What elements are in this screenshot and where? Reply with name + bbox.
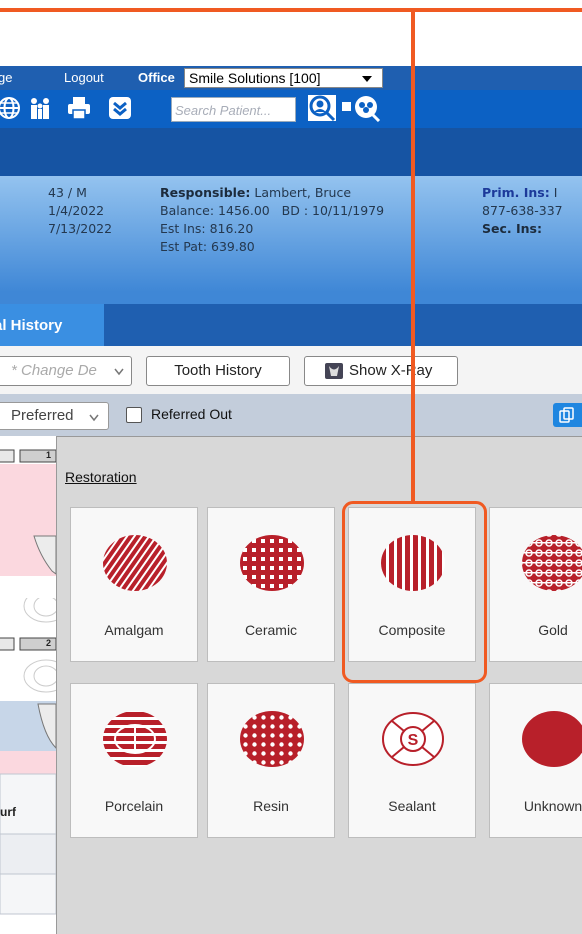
prim-ins-label: Prim. Ins: — [482, 185, 550, 200]
screenshot-stage: ge Logout Office Smile Solutions [100] S… — [0, 0, 582, 934]
porcelain-icon — [103, 711, 167, 767]
prim-ins-value: I — [553, 185, 558, 200]
tooth-number-2: 2 — [46, 638, 52, 648]
chart-clipped-label: urf — [0, 805, 16, 819]
material-tile-sealant[interactable]: S Sealant — [348, 683, 476, 838]
restoration-title: Restoration — [65, 469, 137, 485]
responsible-row: Responsible: Lambert, Bruce — [160, 184, 384, 202]
globe-icon[interactable] — [0, 95, 22, 121]
filter-row: Preferred Referred Out — [0, 394, 582, 436]
material-tile-unknown[interactable]: Unknown — [489, 683, 582, 838]
responsible-label: Responsible: — [160, 185, 251, 200]
responsible-value: Lambert, Bruce — [254, 185, 352, 200]
preferred-value: Preferred — [11, 407, 74, 424]
expand-icon[interactable] — [107, 95, 133, 121]
chevron-down-icon — [89, 414, 99, 422]
material-label: Sealant — [388, 798, 436, 814]
material-tile-resin[interactable]: Resin — [207, 683, 335, 838]
chevron-down-icon — [362, 76, 372, 82]
tooth-chart-strip: 1 2 urf — [0, 436, 56, 934]
change-dropdown[interactable]: * Change De — [0, 356, 132, 386]
tooth-history-button[interactable]: Tooth History — [146, 356, 290, 386]
amalgam-icon — [103, 535, 167, 591]
header-band — [0, 128, 582, 176]
tooth-history-label: Tooth History — [174, 362, 262, 379]
chevron-down-icon — [114, 368, 124, 376]
material-label: Ceramic — [244, 622, 298, 638]
callout-vertical-line — [411, 8, 415, 504]
tab-medical-history[interactable]: al History — [0, 304, 104, 346]
prim-ins-row: Prim. Ins: I — [482, 184, 563, 202]
est-ins: Est Ins: 816.20 — [160, 221, 254, 236]
tab-strip: al History — [0, 304, 582, 346]
material-label: Unknown — [523, 798, 582, 814]
xray-icon — [325, 363, 343, 379]
print-icon[interactable] — [66, 95, 92, 121]
logout-link[interactable]: Logout — [64, 70, 104, 85]
search-patient-input[interactable] — [175, 99, 293, 121]
balance-row: Balance: 1456.00 BD : 10/11/1979 — [160, 202, 384, 220]
tab-label: al History — [0, 317, 63, 334]
sealant-icon: S — [382, 712, 444, 766]
show-xray-label: Show X-Ray — [349, 362, 433, 379]
referred-out-label: Referred Out — [151, 406, 232, 422]
search-box — [171, 97, 296, 122]
nav-clipped-link[interactable]: ge — [0, 70, 12, 85]
svg-text:S: S — [408, 732, 419, 749]
patient-search-icon[interactable] — [307, 94, 337, 122]
material-label: Resin — [253, 798, 289, 814]
material-tile-porcelain[interactable]: Porcelain — [70, 683, 198, 838]
last-visit-date: 7/13/2022 — [48, 221, 113, 236]
material-label: Gold — [538, 622, 568, 638]
material-label: Amalgam — [104, 622, 164, 638]
sec-ins-label: Sec. Ins: — [482, 221, 542, 236]
tooth-chart-graphic — [0, 436, 56, 934]
highlight-callout-box — [342, 501, 487, 683]
restoration-panel: Restoration Amalgam Ceramic Composite Go… — [56, 436, 582, 934]
tooth-number-1: 1 — [46, 450, 52, 460]
copy-icon — [559, 407, 574, 423]
patient-col-1: 43 / M 1/4/2022 7/13/2022 — [48, 184, 112, 238]
callout-horizontal-line — [0, 8, 582, 12]
action-button-row: * Change De Tooth History Show X-Ray — [0, 346, 582, 394]
first-visit-date: 1/4/2022 — [48, 203, 105, 218]
resin-icon — [240, 711, 304, 767]
gold-icon — [522, 535, 582, 591]
family-icon[interactable] — [27, 95, 53, 121]
show-xray-button[interactable]: Show X-Ray — [304, 356, 458, 386]
toolbar — [0, 90, 582, 128]
material-label: Porcelain — [104, 798, 164, 814]
material-tile-amalgam[interactable]: Amalgam — [70, 507, 198, 662]
material-tile-gold[interactable]: Gold — [489, 507, 582, 662]
patient-header-bottom — [0, 292, 582, 304]
referred-out-checkbox[interactable] — [126, 407, 142, 423]
insurance-phone: 877-638-337 — [482, 203, 563, 218]
preferred-select[interactable]: Preferred — [0, 402, 109, 430]
patient-col-3: Prim. Ins: I 877-638-337 Sec. Ins: — [482, 184, 563, 238]
unknown-icon — [522, 711, 582, 767]
est-pat: Est Pat: 639.80 — [160, 239, 255, 254]
patient-header: 43 / M 1/4/2022 7/13/2022 Responsible: L… — [0, 176, 582, 292]
age-sex: 43 / M — [48, 185, 87, 200]
material-tile-ceramic[interactable]: Ceramic — [207, 507, 335, 662]
balance: Balance: 1456.00 — [160, 203, 270, 218]
copy-button[interactable] — [553, 403, 582, 427]
office-label: Office — [138, 70, 175, 85]
group-search-icon[interactable] — [341, 94, 381, 122]
app-window: ge Logout Office Smile Solutions [100] S… — [0, 66, 582, 934]
patient-col-2: Responsible: Lambert, Bruce Balance: 145… — [160, 184, 384, 256]
top-nav: ge Logout Office Smile Solutions [100] — [0, 66, 582, 90]
birth-date: BD : 10/11/1979 — [281, 203, 385, 218]
office-select[interactable]: Smile Solutions [100] — [184, 68, 383, 88]
ceramic-icon — [240, 535, 304, 591]
change-dropdown-label: * Change De — [11, 362, 97, 379]
office-select-value: Smile Solutions [100] — [189, 70, 321, 86]
